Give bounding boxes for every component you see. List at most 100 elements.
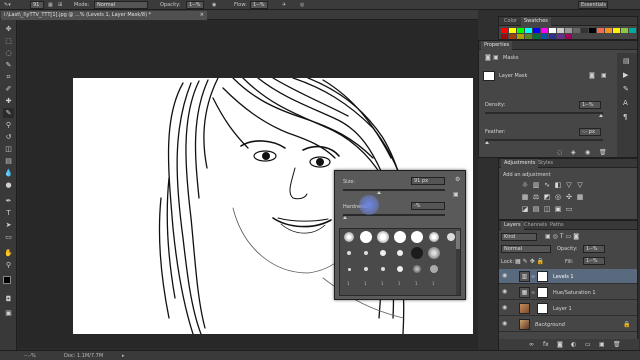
pressure-size-icon[interactable]: ◎ (300, 2, 304, 8)
quick-mask-icon[interactable]: ◘ (3, 294, 14, 304)
brush-preset[interactable] (359, 263, 373, 275)
swatch-grid[interactable] (501, 28, 637, 39)
opacity-input[interactable]: 1--% (186, 1, 204, 9)
clone-stamp-tool-icon[interactable]: ⚲ (3, 120, 14, 130)
layer-row-layer-1[interactable]: ◉ Layer 1 (499, 301, 637, 316)
brush-preset-list[interactable]: 1 1 1 1 1 1 (339, 228, 461, 296)
brush-popup-gear-icon[interactable]: ⚙ (455, 176, 460, 183)
delete-mask-icon[interactable]: 🗑 (599, 149, 607, 156)
crop-tool-icon[interactable]: ⌗ (3, 72, 14, 82)
brush-preset[interactable] (359, 247, 373, 259)
fill-input[interactable]: 1--% (583, 257, 605, 265)
exposure-icon[interactable]: ◧ (554, 181, 562, 189)
brush-tool-preset-icon[interactable]: ✎▾ (4, 2, 11, 8)
swatch[interactable] (501, 28, 508, 33)
gradient-tool-icon[interactable]: ▤ (3, 156, 14, 166)
vibrance-icon[interactable]: ▽ (565, 181, 573, 189)
tab-paths[interactable]: Paths (547, 221, 567, 230)
document-tab[interactable]: i:\Last\_I\yTTV_TTT[1].jpg @ ...% (Level… (1, 11, 207, 20)
feather-slider[interactable] (485, 139, 603, 141)
layer-name[interactable]: Background (535, 322, 565, 328)
brush-preset[interactable] (376, 263, 390, 275)
shape-tool-icon[interactable]: ▭ (3, 232, 14, 242)
eraser-tool-icon[interactable]: ◫ (3, 144, 14, 154)
new-adjustment-icon[interactable]: ◐ (571, 341, 576, 348)
brush-preset[interactable] (342, 231, 356, 243)
visibility-eye-icon[interactable]: ◉ (502, 305, 509, 311)
brush-preset[interactable] (359, 231, 373, 243)
character-panel-icon[interactable]: A (623, 99, 628, 107)
swatch[interactable] (533, 34, 540, 39)
swatch[interactable] (525, 34, 532, 39)
layer-row-hue-saturation[interactable]: ◉ ▦ ∞ Hue/Saturation 1 (499, 285, 637, 300)
tab-adjustments[interactable]: Adjustments (501, 159, 539, 168)
layer-mask-thumb[interactable] (537, 287, 548, 298)
tab-swatches[interactable]: Swatches (521, 17, 551, 26)
swatch[interactable] (509, 34, 516, 39)
brush-preset[interactable] (393, 231, 407, 243)
swatch[interactable] (629, 28, 636, 33)
layer-mask-thumbnail[interactable] (483, 71, 495, 81)
swatch[interactable] (549, 28, 556, 33)
quick-select-tool-icon[interactable]: ✎ (3, 60, 14, 70)
layer-opacity-input[interactable]: 1--% (583, 245, 605, 253)
brush-preset[interactable] (410, 247, 424, 259)
hardness-slider-knob[interactable] (343, 216, 347, 219)
color-balance-scale-icon[interactable]: ⚖ (532, 193, 540, 201)
status-arrow-icon[interactable]: ▸ (122, 353, 125, 359)
dodge-tool-icon[interactable]: ● (3, 180, 14, 190)
add-pixel-mask-icon[interactable]: ◙ (589, 72, 595, 79)
visibility-eye-icon[interactable]: ◉ (502, 321, 509, 327)
workspace-switcher[interactable]: Essentials (578, 1, 608, 9)
brush-preset[interactable] (410, 263, 424, 275)
feather-slider-knob[interactable] (485, 141, 489, 144)
brush-preset[interactable] (393, 247, 407, 259)
curves-icon[interactable]: ∿ (543, 181, 551, 189)
add-vector-mask-icon[interactable]: ▣ (601, 72, 607, 79)
airbrush-icon[interactable]: ✈ (282, 2, 286, 8)
posterize-icon[interactable]: ▤ (532, 205, 540, 213)
color-balance-icon[interactable]: ▽ (576, 181, 584, 189)
mask-visibility-icon[interactable]: ◉ (585, 149, 590, 156)
history-brush-tool-icon[interactable]: ↺ (3, 132, 14, 142)
tab-properties[interactable]: Properties (481, 41, 513, 50)
swatch[interactable] (605, 28, 612, 33)
layer-name[interactable]: Layer 1 (553, 306, 572, 312)
swatch[interactable] (541, 34, 548, 39)
doc-size-readout[interactable]: Doc: 1.1M/7.7M (64, 353, 103, 359)
swatch[interactable] (517, 34, 524, 39)
new-preset-icon[interactable]: ▣ (453, 191, 459, 198)
black-white-icon[interactable]: ◩ (543, 193, 551, 201)
swatch[interactable] (621, 28, 628, 33)
brush-preset-picker[interactable]: Size: 91 px ⚙ ▣ Hardness: -% 1 1 1 1 1 1 (334, 170, 466, 300)
hardness-input[interactable]: -% (411, 202, 445, 210)
hue-saturation-icon[interactable]: ▦ (521, 193, 529, 201)
swatch[interactable] (565, 34, 572, 39)
brush-mode-toggle-icon[interactable]: ⊞ (58, 2, 62, 8)
screen-mode-icon[interactable]: ▣ (3, 308, 14, 318)
delete-layer-icon[interactable]: 🗑 (613, 341, 621, 348)
swatch[interactable] (501, 34, 508, 39)
eyedropper-tool-icon[interactable]: ✐ (3, 84, 14, 94)
swatch[interactable] (533, 28, 540, 33)
layer-filter-select[interactable]: Kind (501, 233, 537, 241)
layer-filter-icons[interactable]: ▣◎T▭◙ (545, 233, 581, 240)
invert-icon[interactable]: ◪ (521, 205, 529, 213)
swatch[interactable] (565, 28, 572, 33)
layer-mask-thumb[interactable] (537, 303, 548, 314)
brightness-contrast-icon[interactable]: ☼ (521, 181, 529, 189)
layer-style-icon[interactable]: fx (543, 341, 549, 348)
tab-color[interactable]: Color (501, 17, 520, 26)
photo-filter-icon[interactable]: ◎ (554, 193, 562, 201)
brush-preset[interactable] (427, 247, 441, 259)
history-panel-icon[interactable]: ▤ (623, 57, 630, 65)
new-group-icon[interactable]: ▭ (585, 341, 591, 348)
blur-tool-icon[interactable]: 💧 (3, 168, 14, 178)
lock-icons[interactable]: ▦✎✥🔒 (515, 258, 546, 265)
preset-scrollbar[interactable] (456, 231, 460, 295)
paragraph-panel-icon[interactable]: ¶ (623, 113, 627, 121)
hardness-slider[interactable] (343, 214, 445, 216)
type-tool-icon[interactable]: T (3, 208, 14, 218)
link-icon[interactable]: ∞ (531, 274, 535, 280)
density-input[interactable]: 1--% (579, 101, 601, 109)
